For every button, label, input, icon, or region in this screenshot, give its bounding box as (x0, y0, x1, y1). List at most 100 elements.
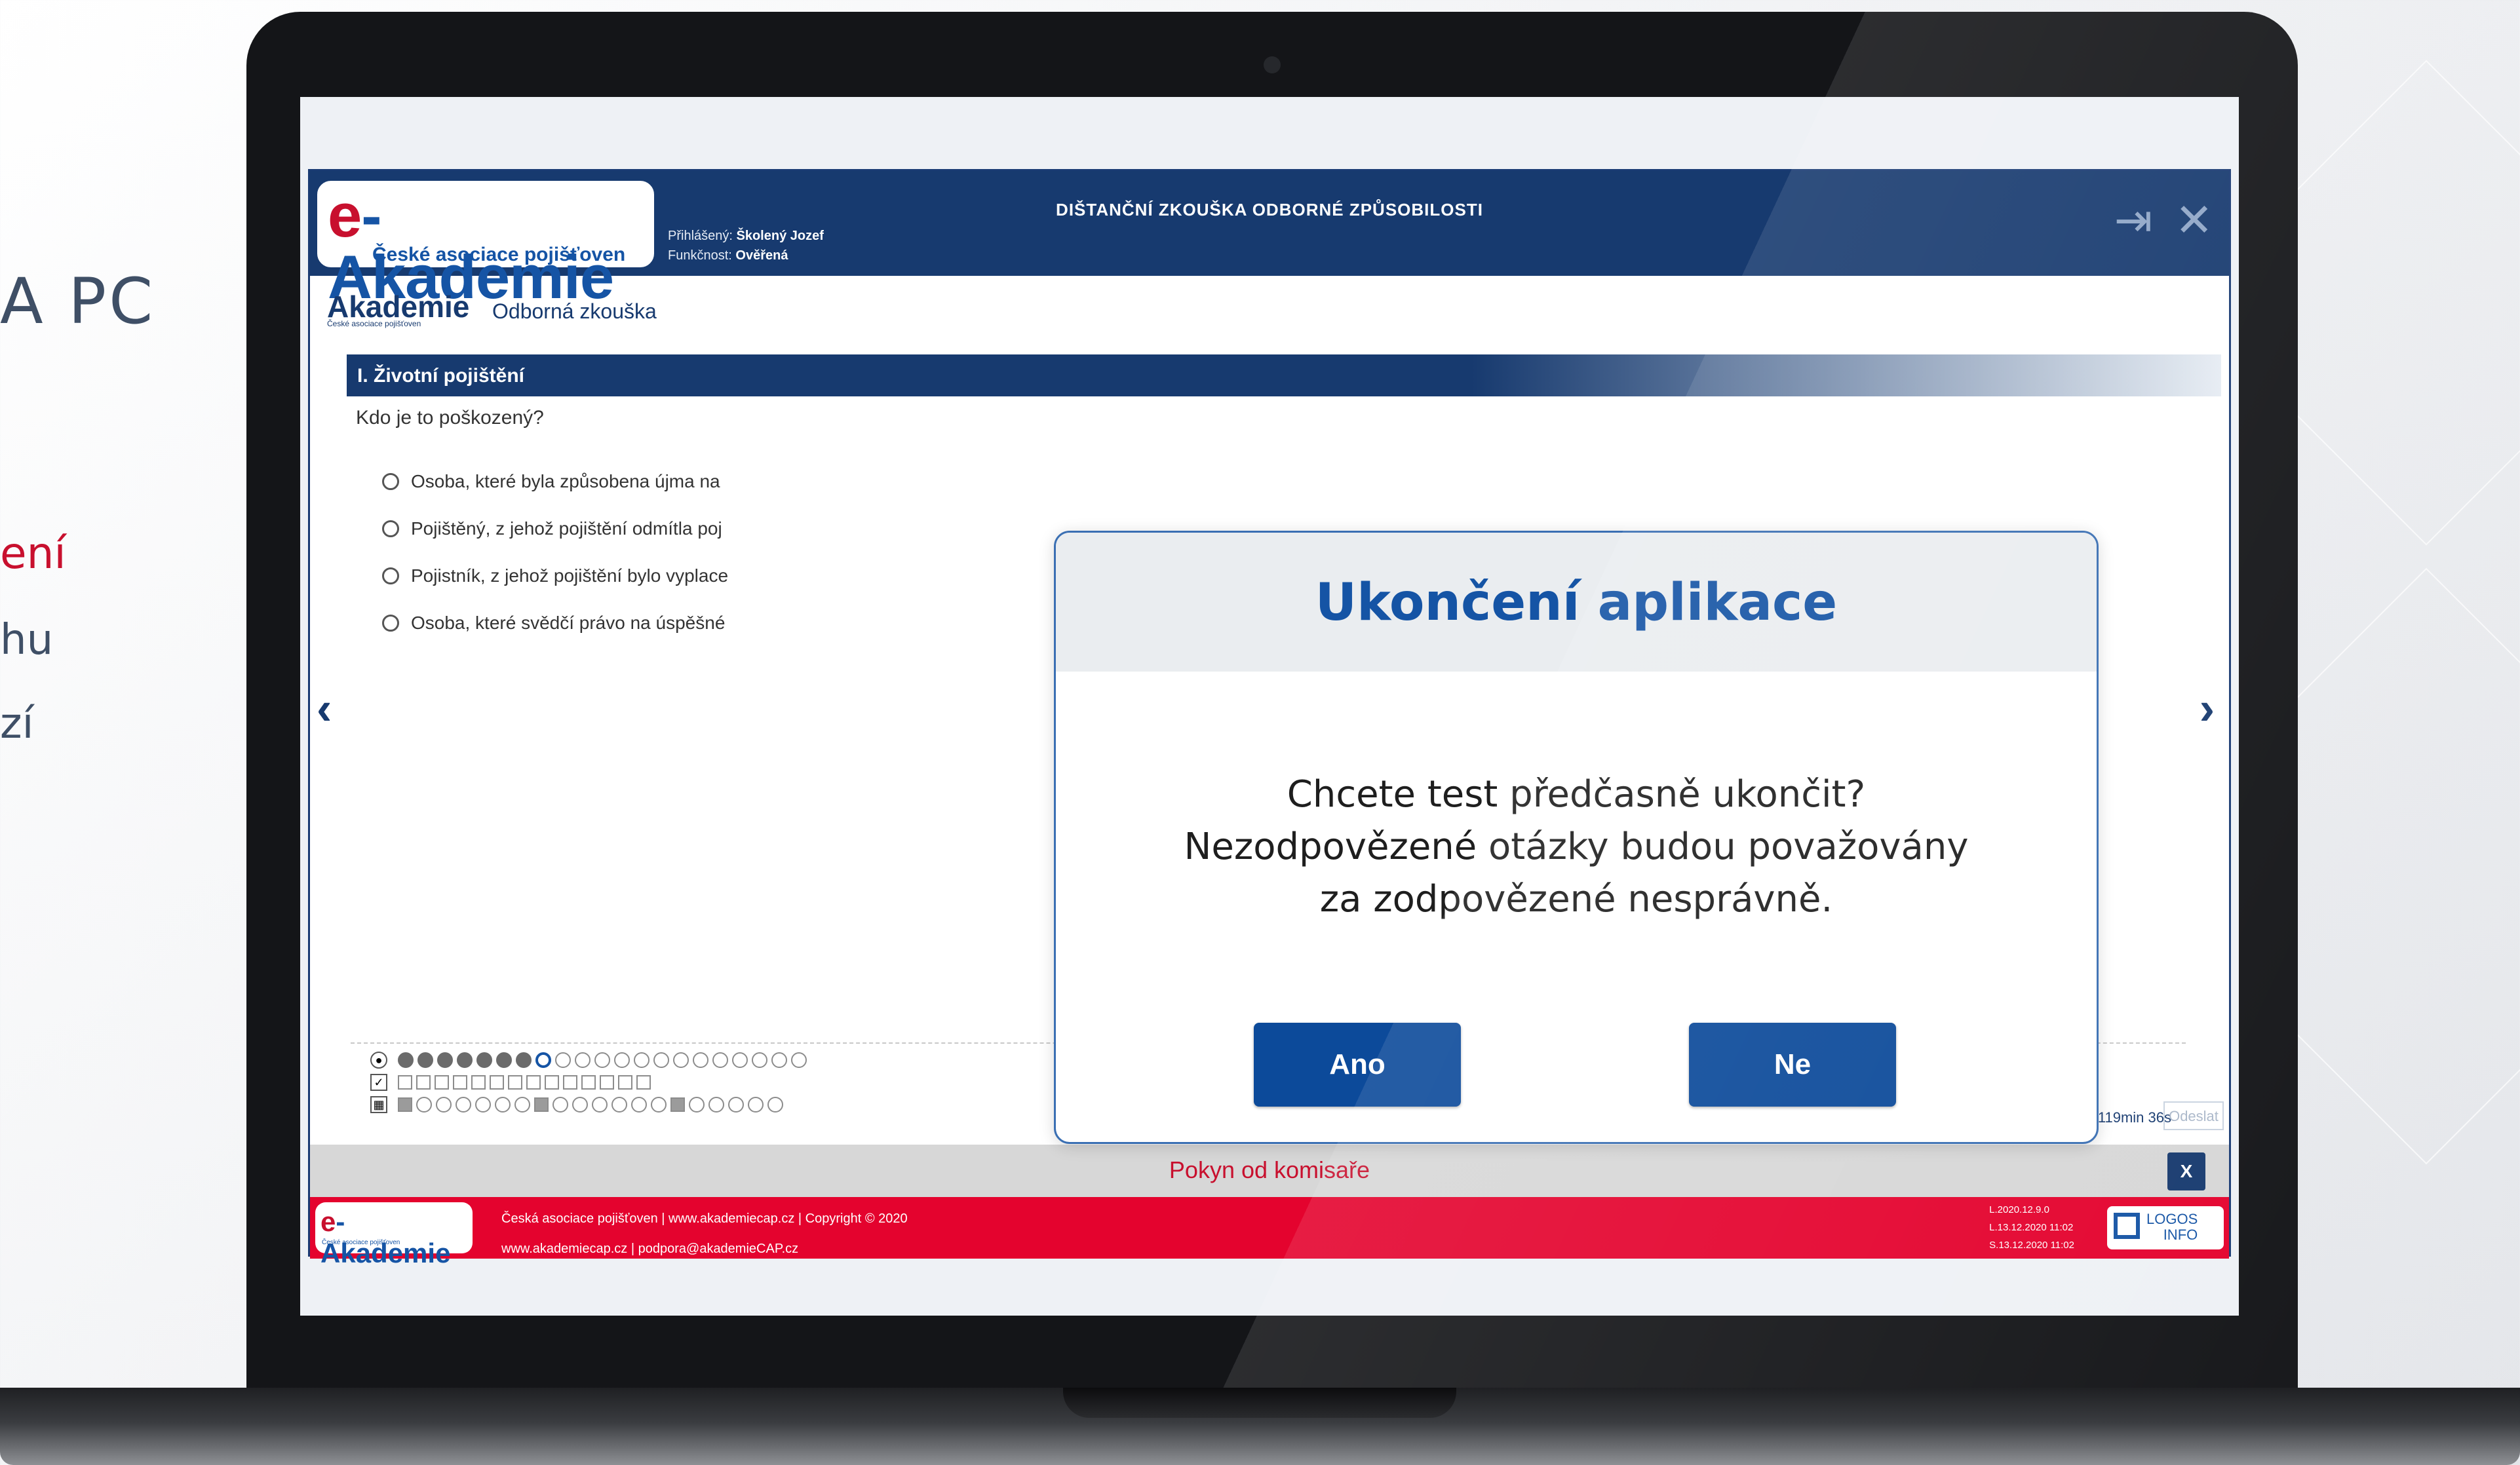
no-button[interactable]: Ne (1689, 1023, 1896, 1107)
answer-label: Osoba, které svědčí právo na úspěšné (411, 613, 726, 633)
progress-dot[interactable] (752, 1052, 767, 1068)
laptop-screen: e-Akademie České asociace pojišťoven Při… (300, 97, 2239, 1316)
background-text-apc: A PC (0, 265, 156, 338)
background-text-2: hu (0, 616, 54, 664)
progress-dot[interactable] (555, 1052, 571, 1068)
dialog-message-line: za zodpovězené nesprávně. (1319, 878, 1833, 921)
progress-marked-dot[interactable] (514, 1097, 530, 1113)
checkbox-legend-icon: ✓ (370, 1074, 387, 1091)
progress-dot[interactable] (634, 1052, 649, 1068)
progress-marked-dot[interactable] (708, 1097, 724, 1113)
progress-checkbox[interactable] (563, 1075, 577, 1090)
progress-checkbox[interactable] (398, 1075, 412, 1090)
progress-checkbox[interactable] (416, 1075, 431, 1090)
info-text: INFO (2163, 1227, 2198, 1243)
submit-button[interactable]: Odeslat (2163, 1101, 2224, 1130)
progress-dot[interactable] (791, 1052, 807, 1068)
instruction-close-button[interactable]: X (2167, 1152, 2205, 1190)
answer-option[interactable]: Osoba, které svědčí právo na úspěšné (382, 599, 728, 647)
yes-button[interactable]: Ano (1254, 1023, 1461, 1107)
footer-logo-e: e (320, 1206, 336, 1237)
progress-dot[interactable] (712, 1052, 728, 1068)
progress-dot[interactable] (693, 1052, 708, 1068)
progress-checkbox[interactable] (526, 1075, 541, 1090)
progress-marked-dot[interactable] (552, 1097, 568, 1113)
progress-dot[interactable] (437, 1052, 453, 1068)
progress-marked-dot[interactable] (651, 1097, 667, 1113)
radio-button[interactable] (382, 615, 399, 632)
progress-marked-square[interactable] (398, 1097, 412, 1112)
progress-dot[interactable] (575, 1052, 591, 1068)
progress-marked-dot[interactable] (475, 1097, 491, 1113)
progress-marked-dot[interactable] (611, 1097, 627, 1113)
answer-list: Osoba, které byla způsobena újma na Poji… (382, 458, 728, 647)
progress-marked-dot[interactable] (631, 1097, 647, 1113)
answer-option[interactable]: Pojištěný, z jehož pojištění odmítla poj (382, 505, 728, 552)
progress-dot[interactable] (594, 1052, 610, 1068)
radio-button[interactable] (382, 520, 399, 537)
progress-marked-square[interactable] (670, 1097, 685, 1112)
progress-dot[interactable] (732, 1052, 748, 1068)
progress-marked-dot[interactable] (495, 1097, 511, 1113)
radio-legend-icon: ● (370, 1052, 387, 1069)
progress-marked-dot[interactable] (456, 1097, 471, 1113)
progress-checkbox[interactable] (618, 1075, 632, 1090)
footer-version: L.2020.12.9.0 L.13.12.2020 11:02 S.13.12… (1989, 1201, 2074, 1254)
progress-checkbox[interactable] (435, 1075, 449, 1090)
logout-icon[interactable]: ⇥ (2114, 197, 2153, 243)
progress-dot[interactable] (476, 1052, 492, 1068)
footer-logo: e-Akademie České asociace pojišťoven (315, 1202, 473, 1268)
app-footer: e-Akademie České asociace pojišťoven Čes… (310, 1197, 2229, 1268)
progress-marked-dot[interactable] (767, 1097, 783, 1113)
answer-option[interactable]: Pojistník, z jehož pojištění bylo vyplac… (382, 552, 728, 599)
progress-marked-dot[interactable] (748, 1097, 764, 1113)
progress-checkbox[interactable] (453, 1075, 467, 1090)
progress-checkbox[interactable] (600, 1075, 614, 1090)
progress-dot[interactable] (614, 1052, 630, 1068)
progress-dot[interactable] (496, 1052, 512, 1068)
progress-checkbox[interactable] (581, 1075, 596, 1090)
progress-dot[interactable] (653, 1052, 669, 1068)
previous-question-icon[interactable]: ‹ (317, 682, 332, 734)
progress-marked-dot[interactable] (436, 1097, 452, 1113)
progress-marked-dot[interactable] (689, 1097, 705, 1113)
progress-checkbox[interactable] (545, 1075, 559, 1090)
version-line: L.2020.12.9.0 (1989, 1204, 2049, 1215)
next-question-icon[interactable]: › (2200, 682, 2215, 734)
footer-contact[interactable]: www.akademiecap.cz | podpora@akademieCAP… (501, 1234, 908, 1264)
app-header: e-Akademie České asociace pojišťoven Při… (310, 171, 2229, 308)
dialog-header: Ukončení aplikace (1056, 533, 2097, 672)
progress-dot-current[interactable] (535, 1052, 551, 1068)
progress-checkbox[interactable] (636, 1075, 651, 1090)
progress-marked-dot[interactable] (592, 1097, 608, 1113)
progress-dot[interactable] (457, 1052, 473, 1068)
answer-label: Osoba, které byla způsobena újma na (411, 471, 720, 491)
section-title: I. Životní pojištění (357, 365, 524, 387)
user-name: Školený Jozef (736, 229, 824, 243)
close-icon[interactable]: ✕ (2175, 197, 2213, 243)
progress-dot[interactable] (398, 1052, 414, 1068)
logos-text: LOGOS (2146, 1211, 2198, 1227)
progress-marked-dot[interactable] (416, 1097, 432, 1113)
function-label: Funkčnost: (668, 248, 732, 263)
answer-option[interactable]: Osoba, které byla způsobena újma na (382, 458, 728, 505)
progress-row-answered: ● (370, 1049, 807, 1071)
progress-checkbox[interactable] (471, 1075, 486, 1090)
exam-title: DIŠTANČNÍ ZKOUŠKA ODBORNÉ ZPŮSOBILOSTI (1056, 200, 1483, 219)
user-label: Přihlášený: (668, 229, 733, 243)
progress-dot[interactable] (516, 1052, 532, 1068)
progress-marked-dot[interactable] (728, 1097, 744, 1113)
progress-dot[interactable] (673, 1052, 689, 1068)
progress-dot[interactable] (417, 1052, 433, 1068)
progress-checkbox[interactable] (508, 1075, 522, 1090)
answer-label: Pojistník, z jehož pojištění bylo vyplac… (411, 565, 729, 586)
progress-dot[interactable] (771, 1052, 787, 1068)
radio-button[interactable] (382, 567, 399, 584)
radio-button[interactable] (382, 473, 399, 490)
progress-marked-square[interactable] (534, 1097, 549, 1112)
progress-marked-dot[interactable] (572, 1097, 588, 1113)
progress-checkbox[interactable] (490, 1075, 504, 1090)
background-text-3: zí (0, 700, 34, 748)
footer-copyright[interactable]: Česká asociace pojišťoven | www.akademie… (501, 1204, 908, 1234)
question-text: Kdo je to poškozený? (356, 407, 544, 428)
